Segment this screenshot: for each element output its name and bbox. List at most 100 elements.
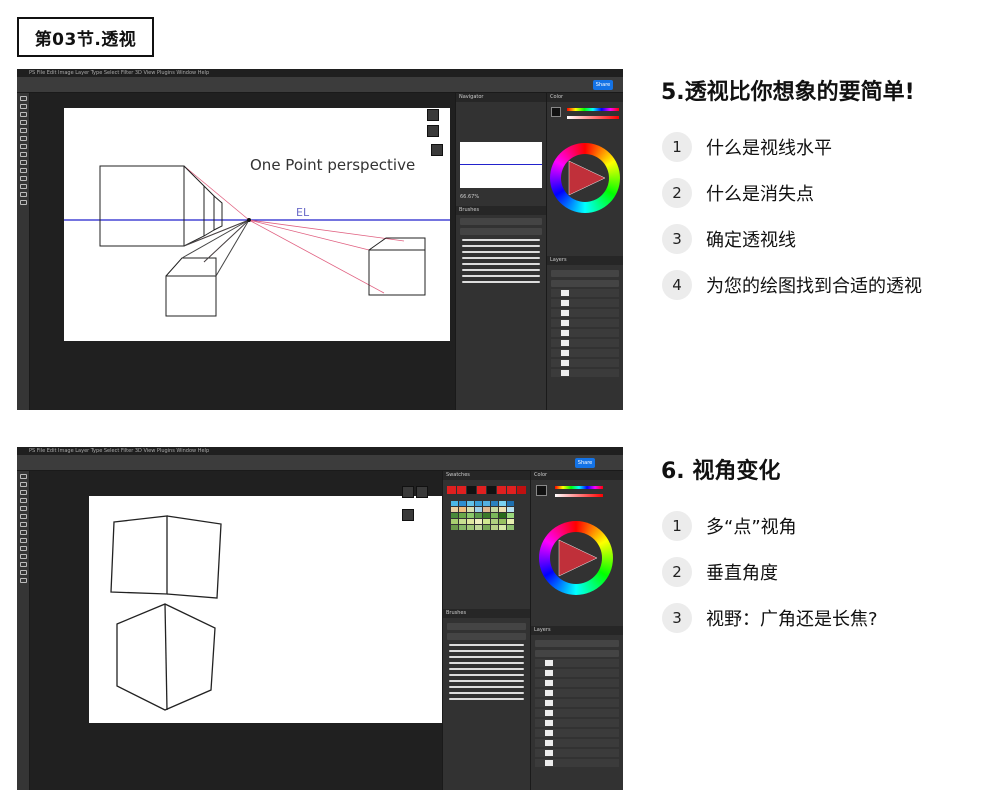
brush-stroke[interactable] bbox=[462, 257, 540, 259]
gradient-tool-icon[interactable] bbox=[19, 160, 27, 165]
brush-stroke[interactable] bbox=[449, 668, 524, 670]
brush-stroke[interactable] bbox=[449, 662, 524, 664]
swatch-grid[interactable] bbox=[451, 501, 514, 530]
brush-stroke[interactable] bbox=[462, 251, 540, 253]
foreground-color-swatch[interactable] bbox=[551, 107, 561, 117]
layer-filter-row[interactable] bbox=[551, 270, 619, 277]
brush-size-row[interactable] bbox=[447, 623, 526, 630]
layer-row[interactable] bbox=[551, 349, 619, 357]
hand-tool-icon[interactable] bbox=[19, 192, 27, 197]
layer-row[interactable] bbox=[551, 369, 619, 377]
lasso-tool-icon[interactable] bbox=[19, 112, 27, 117]
brush-stroke[interactable] bbox=[462, 245, 540, 247]
color-panel-header[interactable]: Color bbox=[531, 471, 623, 480]
gradient-tool-icon[interactable] bbox=[19, 538, 27, 543]
move-tool-icon[interactable] bbox=[19, 474, 27, 479]
type-tool-icon[interactable] bbox=[19, 554, 27, 559]
layer-row[interactable] bbox=[535, 729, 619, 737]
crop-tool-icon[interactable] bbox=[19, 120, 27, 125]
blend-mode-row[interactable] bbox=[535, 650, 619, 657]
layer-row[interactable] bbox=[535, 659, 619, 667]
layer-row[interactable] bbox=[551, 309, 619, 317]
eraser-tool-icon[interactable] bbox=[19, 152, 27, 157]
move-tool-icon[interactable] bbox=[19, 96, 27, 101]
stamp-tool-icon[interactable] bbox=[19, 144, 27, 149]
tool-preset-icon[interactable] bbox=[416, 486, 428, 498]
layer-row[interactable] bbox=[535, 669, 619, 677]
layer-row[interactable] bbox=[551, 359, 619, 367]
brush-stroke[interactable] bbox=[462, 263, 540, 265]
layer-row[interactable] bbox=[535, 709, 619, 717]
eyedropper-tool-icon[interactable] bbox=[19, 506, 27, 511]
blend-mode-row[interactable] bbox=[551, 280, 619, 287]
layer-row[interactable] bbox=[551, 299, 619, 307]
layer-row[interactable] bbox=[551, 339, 619, 347]
layers-panel-header[interactable]: Layers bbox=[531, 626, 623, 635]
brush-tool-icon[interactable] bbox=[19, 136, 27, 141]
brush-size-row[interactable] bbox=[460, 218, 542, 225]
layer-row[interactable] bbox=[551, 329, 619, 337]
brush-stroke[interactable] bbox=[449, 698, 524, 700]
swatches-panel-header[interactable]: Swatches bbox=[443, 471, 530, 480]
drawing-canvas[interactable]: One Point perspective EL bbox=[64, 108, 450, 341]
share-button[interactable]: Share bbox=[593, 80, 613, 90]
panel-toggle-icon[interactable] bbox=[402, 486, 414, 498]
layer-row[interactable] bbox=[535, 749, 619, 757]
brush-preset-icon[interactable] bbox=[402, 509, 414, 521]
color-triangle[interactable] bbox=[555, 536, 599, 580]
layer-row[interactable] bbox=[551, 319, 619, 327]
color-triangle[interactable] bbox=[565, 157, 607, 199]
layers-panel-header[interactable]: Layers bbox=[547, 256, 623, 265]
marquee-tool-icon[interactable] bbox=[19, 482, 27, 487]
share-button[interactable]: Share bbox=[575, 458, 595, 468]
stamp-tool-icon[interactable] bbox=[19, 522, 27, 527]
saturation-slider[interactable] bbox=[555, 494, 603, 497]
brush-preset-icon[interactable] bbox=[431, 144, 443, 156]
brush-stroke[interactable] bbox=[449, 650, 524, 652]
brush-stroke[interactable] bbox=[462, 281, 540, 283]
tool-preset-icon[interactable] bbox=[427, 125, 439, 137]
drawing-canvas[interactable] bbox=[89, 496, 442, 723]
type-tool-icon[interactable] bbox=[19, 176, 27, 181]
zoom-tool-icon[interactable] bbox=[19, 200, 27, 205]
recent-swatches[interactable] bbox=[447, 486, 526, 494]
crop-tool-icon[interactable] bbox=[19, 498, 27, 503]
brushes-panel-header[interactable]: Brushes bbox=[443, 609, 530, 618]
zoom-tool-icon[interactable] bbox=[19, 578, 27, 583]
shape-tool-icon[interactable] bbox=[19, 184, 27, 189]
navigator-panel-header[interactable]: Navigator bbox=[456, 93, 546, 102]
brush-stroke[interactable] bbox=[449, 692, 524, 694]
layer-row[interactable] bbox=[551, 289, 619, 297]
brush-tool-icon[interactable] bbox=[19, 514, 27, 519]
marquee-tool-icon[interactable] bbox=[19, 104, 27, 109]
eyedropper-tool-icon[interactable] bbox=[19, 128, 27, 133]
panel-toggle-icon[interactable] bbox=[427, 109, 439, 121]
color-panel-header[interactable]: Color bbox=[547, 93, 623, 102]
layer-row[interactable] bbox=[535, 699, 619, 707]
brush-stroke[interactable] bbox=[462, 239, 540, 241]
hand-tool-icon[interactable] bbox=[19, 570, 27, 575]
brush-stroke[interactable] bbox=[462, 275, 540, 277]
brush-stroke[interactable] bbox=[449, 656, 524, 658]
layer-row[interactable] bbox=[535, 719, 619, 727]
eraser-tool-icon[interactable] bbox=[19, 530, 27, 535]
hue-slider[interactable] bbox=[567, 108, 619, 111]
brush-stroke[interactable] bbox=[449, 644, 524, 646]
brush-stroke[interactable] bbox=[449, 674, 524, 676]
shape-tool-icon[interactable] bbox=[19, 562, 27, 567]
layer-row[interactable] bbox=[535, 739, 619, 747]
lasso-tool-icon[interactable] bbox=[19, 490, 27, 495]
hue-slider[interactable] bbox=[555, 486, 603, 489]
pen-tool-icon[interactable] bbox=[19, 546, 27, 551]
foreground-color-swatch[interactable] bbox=[536, 485, 547, 496]
layer-row[interactable] bbox=[535, 679, 619, 687]
brush-stroke[interactable] bbox=[462, 269, 540, 271]
brushes-panel-header[interactable]: Brushes bbox=[456, 206, 546, 215]
layer-filter-row[interactable] bbox=[535, 640, 619, 647]
brush-stroke[interactable] bbox=[449, 680, 524, 682]
brush-search-row[interactable] bbox=[447, 633, 526, 640]
navigator-thumbnail[interactable] bbox=[460, 142, 542, 188]
saturation-slider[interactable] bbox=[567, 116, 619, 119]
pen-tool-icon[interactable] bbox=[19, 168, 27, 173]
layer-row[interactable] bbox=[535, 689, 619, 697]
